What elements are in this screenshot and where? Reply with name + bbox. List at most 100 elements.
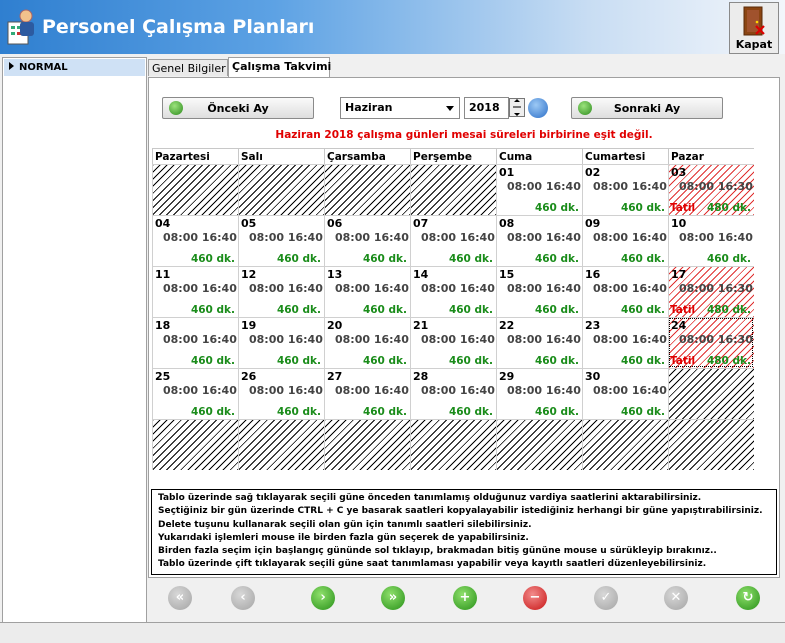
- shift-minutes: 460 dk.: [534, 304, 579, 316]
- year-spinner-icon[interactable]: [509, 98, 525, 117]
- day-cell[interactable]: 09 08:00 16:40 460 dk.: [582, 215, 668, 266]
- refresh-icon[interactable]: ↻: [736, 586, 760, 610]
- day-cell[interactable]: 05 08:00 16:40 460 dk.: [238, 215, 324, 266]
- day-cell[interactable]: 22 08:00 16:40 460 dk.: [496, 317, 582, 368]
- day-cell[interactable]: 06 08:00 16:40 460 dk.: [324, 215, 410, 266]
- shift-minutes: 460 dk.: [448, 355, 493, 367]
- day-number: 04: [155, 217, 171, 230]
- toolbar-glyph: ‹: [240, 590, 246, 605]
- day-cell[interactable]: 25 08:00 16:40 460 dk.: [152, 368, 238, 419]
- empty-day-cell: [238, 419, 324, 470]
- day-cell[interactable]: 29 08:00 16:40 460 dk.: [496, 368, 582, 419]
- info-line: Tablo üzerinde sağ tıklayarak seçili gün…: [158, 493, 702, 503]
- action-toolbar: « ‹ › » + − ✓ ✕ ↻: [148, 580, 780, 620]
- empty-day-cell: [238, 164, 324, 215]
- day-cell[interactable]: 15 08:00 16:40 460 dk.: [496, 266, 582, 317]
- shift-minutes: 460 dk.: [620, 355, 665, 367]
- day-cell[interactable]: 10 08:00 16:40 460 dk.: [668, 215, 754, 266]
- day-cell[interactable]: 23 08:00 16:40 460 dk.: [582, 317, 668, 368]
- year-input[interactable]: 2018: [464, 97, 509, 119]
- day-number: 13: [327, 268, 343, 281]
- last-icon[interactable]: »: [381, 586, 405, 610]
- info-box: Tablo üzerinde sağ tıklayarak seçili gün…: [151, 489, 777, 575]
- delete-icon[interactable]: −: [523, 586, 547, 610]
- day-cell[interactable]: 21 08:00 16:40 460 dk.: [410, 317, 496, 368]
- shift-minutes: 480 dk.: [706, 355, 751, 367]
- shift-hours: 08:00 16:40: [507, 180, 581, 193]
- day-cell[interactable]: 20 08:00 16:40 460 dk.: [324, 317, 410, 368]
- shift-minutes: 460 dk.: [276, 253, 321, 265]
- empty-day-cell: [668, 368, 754, 419]
- holiday-day-cell[interactable]: 03 08:00 16:30 480 dk. Tatil: [668, 164, 754, 215]
- day-cell[interactable]: 13 08:00 16:40 460 dk.: [324, 266, 410, 317]
- day-cell[interactable]: 30 08:00 16:40 460 dk.: [582, 368, 668, 419]
- day-number: 29: [499, 370, 515, 383]
- next-month-button[interactable]: Sonraki Ay: [571, 97, 723, 119]
- shift-minutes: 480 dk.: [706, 304, 751, 316]
- empty-day-cell: [324, 419, 410, 470]
- month-select[interactable]: Haziran: [340, 97, 460, 119]
- holiday-day-cell[interactable]: 24 08:00 16:30 480 dk. Tatil: [668, 317, 754, 368]
- tab-general-info[interactable]: Genel Bilgiler: [148, 59, 228, 76]
- day-cell[interactable]: 11 08:00 16:40 460 dk.: [152, 266, 238, 317]
- apply-year-icon[interactable]: [528, 98, 548, 118]
- shift-minutes: 460 dk.: [276, 355, 321, 367]
- day-number: 20: [327, 319, 343, 332]
- plan-item-normal[interactable]: NORMAL: [4, 59, 145, 76]
- first-icon[interactable]: «: [168, 586, 192, 610]
- shift-minutes: 460 dk.: [190, 355, 235, 367]
- day-cell[interactable]: 16 08:00 16:40 460 dk.: [582, 266, 668, 317]
- day-cell[interactable]: 27 08:00 16:40 460 dk.: [324, 368, 410, 419]
- day-cell[interactable]: 01 08:00 16:40 460 dk.: [496, 164, 582, 215]
- prev-icon[interactable]: ‹: [231, 586, 255, 610]
- shift-hours: 08:00 16:40: [163, 333, 237, 346]
- day-number: 06: [327, 217, 343, 230]
- day-cell[interactable]: 26 08:00 16:40 460 dk.: [238, 368, 324, 419]
- shift-minutes: 460 dk.: [190, 304, 235, 316]
- year-value: 2018: [469, 101, 500, 114]
- day-number: 07: [413, 217, 429, 230]
- shift-minutes: 460 dk.: [620, 304, 665, 316]
- cancel-icon[interactable]: ✕: [664, 586, 688, 610]
- day-number: 26: [241, 370, 257, 383]
- holiday-day-cell[interactable]: 17 08:00 16:30 480 dk. Tatil: [668, 266, 754, 317]
- day-cell[interactable]: 19 08:00 16:40 460 dk.: [238, 317, 324, 368]
- shift-hours: 08:00 16:40: [679, 231, 753, 244]
- toolbar-glyph: «: [175, 590, 185, 605]
- check-icon[interactable]: ✓: [594, 586, 618, 610]
- day-number: 11: [155, 268, 171, 281]
- day-cell[interactable]: 08 08:00 16:40 460 dk.: [496, 215, 582, 266]
- close-button[interactable]: Kapat: [729, 2, 779, 54]
- shift-hours: 08:00 16:40: [593, 231, 667, 244]
- shift-minutes: 460 dk.: [534, 406, 579, 418]
- weekday-header: Cumartesi: [582, 148, 668, 164]
- next-month-label: Sonraki Ay: [613, 102, 681, 115]
- prev-month-button[interactable]: Önceki Ay: [162, 97, 314, 119]
- day-number: 24: [671, 319, 687, 332]
- shift-hours: 08:00 16:40: [163, 231, 237, 244]
- add-icon[interactable]: +: [453, 586, 477, 610]
- shift-hours: 08:00 16:40: [335, 384, 409, 397]
- shift-minutes: 480 dk.: [706, 202, 751, 214]
- day-cell[interactable]: 12 08:00 16:40 460 dk.: [238, 266, 324, 317]
- day-number: 28: [413, 370, 429, 383]
- weekday-header: Pazartesi: [152, 148, 238, 164]
- day-number: 25: [155, 370, 171, 383]
- prev-month-label: Önceki Ay: [207, 102, 269, 115]
- day-cell[interactable]: 07 08:00 16:40 460 dk.: [410, 215, 496, 266]
- shift-minutes: 460 dk.: [448, 304, 493, 316]
- day-number: 30: [585, 370, 601, 383]
- shift-hours: 08:00 16:40: [507, 282, 581, 295]
- day-number: 19: [241, 319, 257, 332]
- next-icon[interactable]: ›: [311, 586, 335, 610]
- next-arrow-icon: [578, 101, 592, 115]
- shift-minutes: 460 dk.: [362, 355, 407, 367]
- shift-minutes: 460 dk.: [448, 253, 493, 265]
- day-cell[interactable]: 02 08:00 16:40 460 dk.: [582, 164, 668, 215]
- day-cell[interactable]: 04 08:00 16:40 460 dk.: [152, 215, 238, 266]
- shift-minutes: 460 dk.: [534, 202, 579, 214]
- tab-work-calendar[interactable]: Çalışma Takvimi: [228, 57, 331, 78]
- day-cell[interactable]: 14 08:00 16:40 460 dk.: [410, 266, 496, 317]
- day-cell[interactable]: 28 08:00 16:40 460 dk.: [410, 368, 496, 419]
- day-cell[interactable]: 18 08:00 16:40 460 dk.: [152, 317, 238, 368]
